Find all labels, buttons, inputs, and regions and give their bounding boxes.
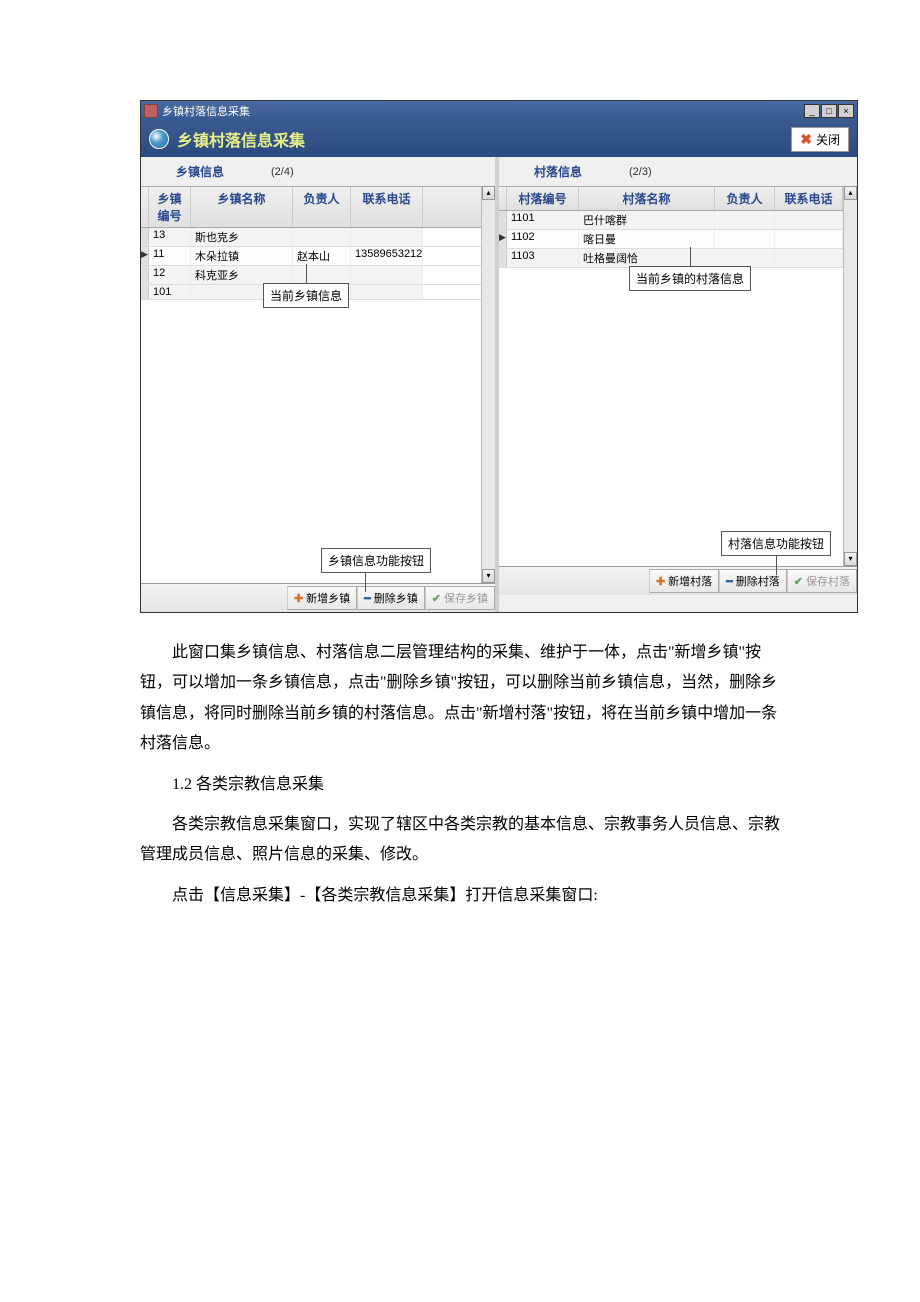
col-township-name[interactable]: 乡镇名称 xyxy=(191,187,293,227)
minus-icon: ━ xyxy=(364,592,371,605)
table-row[interactable]: ▶ 11 木朵拉镇 赵本山 13589653212 xyxy=(141,247,481,266)
callout-township-buttons: 乡镇信息功能按钮 xyxy=(321,548,431,573)
col-township-person[interactable]: 负责人 xyxy=(293,187,351,227)
minus-icon: ━ xyxy=(726,575,733,588)
village-panel: 村落信息 (2/3) 村落编号 村落名称 负责人 联系电话 xyxy=(499,157,857,612)
plus-icon: ✚ xyxy=(294,592,303,605)
scroll-down-icon[interactable]: ▾ xyxy=(482,569,495,583)
callout-current-village: 当前乡镇的村落信息 xyxy=(629,266,751,291)
col-township-phone[interactable]: 联系电话 xyxy=(351,187,423,227)
close-icon: ✖ xyxy=(800,131,812,148)
section-heading: 1.2 各类宗教信息采集 xyxy=(140,770,780,800)
col-village-code[interactable]: 村落编号 xyxy=(507,187,579,210)
callout-current-township: 当前乡镇信息 xyxy=(263,283,349,308)
table-row[interactable]: 1101 巴什喀群 xyxy=(499,211,843,230)
add-village-button[interactable]: ✚新增村落 xyxy=(649,569,719,593)
delete-township-button[interactable]: ━删除乡镇 xyxy=(357,586,425,610)
check-icon: ✔ xyxy=(432,592,441,605)
minimize-button[interactable]: _ xyxy=(804,104,820,118)
scroll-up-icon[interactable]: ▴ xyxy=(844,186,857,200)
app-window: 乡镇村落信息采集 _ □ × 乡镇村落信息采集 ✖ 关闭 xyxy=(140,100,858,613)
col-village-phone[interactable]: 联系电话 xyxy=(775,187,843,210)
township-table: 乡镇编号 乡镇名称 负责人 联系电话 13 斯也克乡 ▶ 11 木朵拉镇 赵本山… xyxy=(141,186,481,583)
township-section-title: 乡镇信息 xyxy=(141,163,271,180)
check-icon: ✔ xyxy=(794,575,803,588)
table-row[interactable]: 13 斯也克乡 xyxy=(141,228,481,247)
paragraph-4: 点击【信息采集】-【各类宗教信息采集】打开信息采集窗口: xyxy=(140,881,780,911)
add-township-button[interactable]: ✚新增乡镇 xyxy=(287,586,357,610)
scroll-down-icon[interactable]: ▾ xyxy=(844,552,857,566)
col-village-person[interactable]: 负责人 xyxy=(715,187,775,210)
paragraph-1: 此窗口集乡镇信息、村落信息二层管理结构的采集、维护于一体，点击"新增乡镇"按钮，… xyxy=(140,638,780,760)
maximize-button[interactable]: □ xyxy=(821,104,837,118)
save-village-button[interactable]: ✔保存村落 xyxy=(787,569,857,593)
close-button[interactable]: ✖ 关闭 xyxy=(791,127,849,152)
township-counter: (2/4) xyxy=(271,166,294,178)
paragraph-3: 各类宗教信息采集窗口，实现了辖区中各类宗教的基本信息、宗教事务人员信息、宗教管理… xyxy=(140,810,780,871)
header-bar: 乡镇村落信息采集 ✖ 关闭 xyxy=(141,121,857,157)
titlebar: 乡镇村落信息采集 _ □ × xyxy=(141,101,857,121)
col-village-name[interactable]: 村落名称 xyxy=(579,187,715,210)
table-row[interactable]: ▶ 1102 喀日曼 xyxy=(499,230,843,249)
globe-icon xyxy=(149,129,169,149)
page-title: 乡镇村落信息采集 xyxy=(177,127,305,151)
col-township-code[interactable]: 乡镇编号 xyxy=(149,187,191,227)
window-title: 乡镇村落信息采集 xyxy=(162,103,250,119)
village-table: 村落编号 村落名称 负责人 联系电话 1101 巴什喀群 ▶ 1102 喀日曼 xyxy=(499,186,843,566)
article-text: 此窗口集乡镇信息、村落信息二层管理结构的采集、维护于一体，点击"新增乡镇"按钮，… xyxy=(140,638,780,911)
village-section-title: 村落信息 xyxy=(499,163,629,180)
save-township-button[interactable]: ✔保存乡镇 xyxy=(425,586,495,610)
app-icon xyxy=(144,104,158,118)
scrollbar[interactable]: ▴ ▾ xyxy=(481,186,495,583)
close-window-button[interactable]: × xyxy=(838,104,854,118)
plus-icon: ✚ xyxy=(656,575,665,588)
callout-village-buttons: 村落信息功能按钮 xyxy=(721,531,831,556)
scrollbar[interactable]: ▴ ▾ xyxy=(843,186,857,566)
township-panel: 乡镇信息 (2/4) 乡镇编号 乡镇名称 负责人 联系电话 xyxy=(141,157,499,612)
scroll-up-icon[interactable]: ▴ xyxy=(482,186,495,200)
village-counter: (2/3) xyxy=(629,166,652,178)
